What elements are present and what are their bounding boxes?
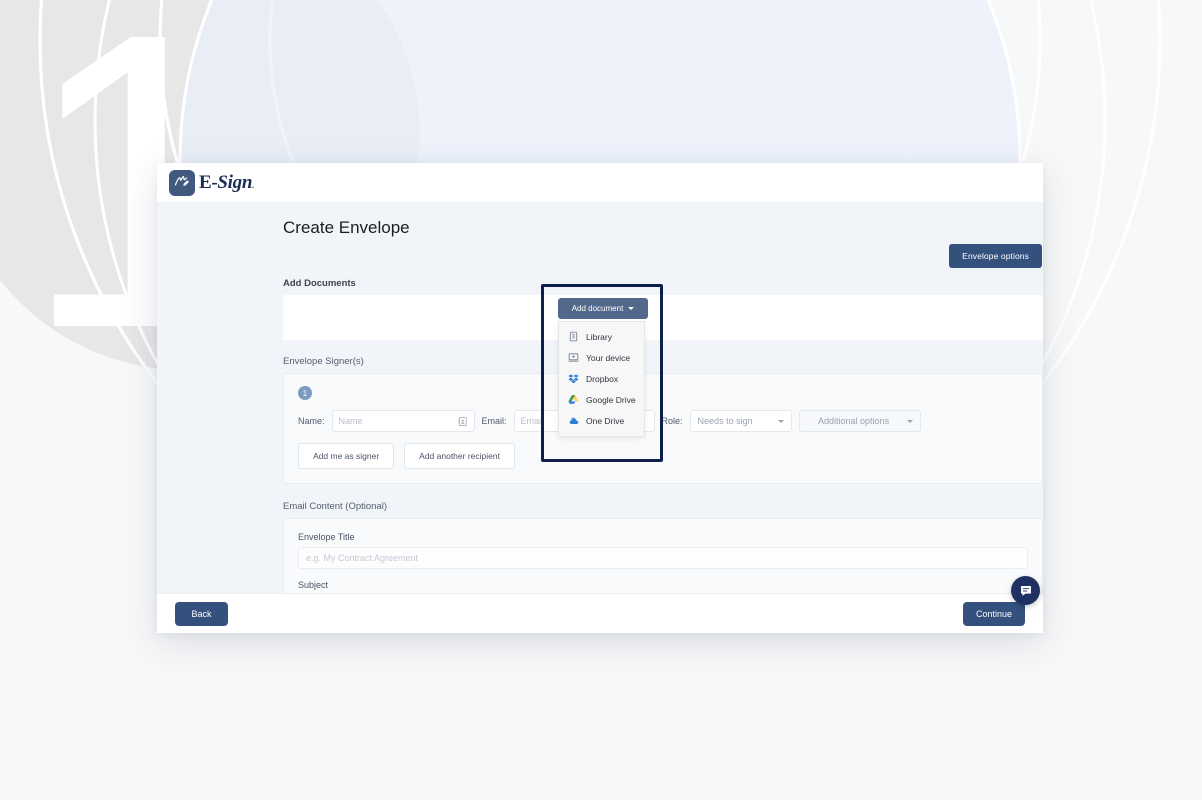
- address-book-icon[interactable]: [457, 416, 468, 427]
- documents-dropzone[interactable]: [283, 295, 1043, 340]
- chat-widget-button[interactable]: [1011, 576, 1040, 605]
- signer-card: 1 Name: Name Email: Email Role: Needs to…: [283, 373, 1043, 484]
- add-documents-label: Add Documents: [283, 278, 356, 289]
- signature-pen-icon: [174, 176, 189, 187]
- menu-item-label: Dropbox: [586, 373, 619, 384]
- logo-tm: .: [252, 181, 254, 190]
- email-content-card: Envelope Title Subject: [283, 518, 1043, 593]
- subject-label: Subject: [298, 580, 329, 590]
- name-input[interactable]: [338, 411, 455, 431]
- additional-options-value: Additional options: [818, 416, 890, 426]
- add-document-menu: Library Your device Dropbox Google Drive…: [558, 321, 645, 437]
- envelope-signers-label: Envelope Signer(s): [283, 356, 364, 367]
- chevron-down-icon: [906, 419, 913, 423]
- email-content-label: Email Content (Optional): [283, 501, 388, 512]
- menu-item-label: Google Drive: [586, 394, 636, 405]
- menu-item-your-device[interactable]: Your device: [559, 347, 644, 368]
- role-select[interactable]: Needs to sign: [689, 410, 792, 432]
- name-label: Name:: [298, 416, 325, 426]
- logo-e: E-: [199, 172, 218, 193]
- google-drive-icon: [568, 394, 579, 405]
- add-document-dropdown: Add document Library Your device Dropbox…: [558, 298, 648, 437]
- chevron-down-icon: [628, 307, 635, 310]
- logo-mark-icon: [169, 169, 195, 196]
- chevron-down-icon: [777, 419, 784, 423]
- back-button[interactable]: Back: [175, 601, 228, 626]
- logo-wordmark: E- Sign.: [199, 173, 254, 192]
- role-label: Role:: [661, 416, 683, 426]
- device-glyph: [568, 353, 579, 362]
- add-another-recipient-button[interactable]: Add another recipient: [404, 443, 515, 469]
- device-icon: [568, 352, 579, 363]
- envelope-title-input[interactable]: [298, 547, 1028, 569]
- menu-item-one-drive[interactable]: One Drive: [559, 410, 644, 431]
- library-icon: [568, 331, 579, 342]
- envelope-options-row: Envelope options: [283, 244, 1043, 268]
- name-input-wrapper[interactable]: [331, 410, 475, 432]
- chat-bubble-icon: [1020, 585, 1031, 596]
- signer-fields-row: Name: Name Email: Email Role: Needs to s…: [298, 410, 1028, 432]
- dropbox-icon: [568, 373, 579, 384]
- logo-sign: Sign: [217, 172, 253, 193]
- continue-button[interactable]: Continue: [963, 601, 1025, 626]
- dropbox-glyph: [568, 374, 579, 384]
- one-drive-icon: [568, 415, 579, 426]
- page-title: Create Envelope: [283, 218, 410, 237]
- role-select-value: Needs to sign: [697, 416, 753, 426]
- address-book-glyph: [457, 416, 467, 426]
- add-me-as-signer-button[interactable]: Add me as signer: [298, 443, 395, 469]
- logo[interactable]: E- Sign.: [169, 169, 254, 196]
- menu-item-label: Library: [586, 331, 612, 342]
- envelope-title-label: Envelope Title: [298, 532, 355, 542]
- main-content: Create Envelope Envelope options Add Doc…: [283, 202, 1043, 593]
- app-header: E- Sign.: [157, 163, 1043, 202]
- menu-item-label: One Drive: [586, 415, 625, 426]
- signer-actions: Add me as signer Add another recipient: [298, 443, 1028, 469]
- menu-item-library[interactable]: Library: [559, 326, 644, 347]
- app-footer: Back Continue: [157, 593, 1043, 633]
- add-document-label: Add document: [571, 304, 624, 313]
- menu-item-label: Your device: [586, 352, 631, 363]
- additional-options-select[interactable]: Additional options: [798, 410, 921, 432]
- google-drive-glyph: [568, 395, 579, 404]
- signer-index-badge: 1: [298, 386, 312, 400]
- library-glyph: [569, 331, 578, 342]
- one-drive-glyph: [569, 417, 579, 424]
- menu-item-dropbox[interactable]: Dropbox: [559, 368, 644, 389]
- screen: 1 E- Sign. Create Envelope Envelope opti…: [0, 0, 1202, 800]
- envelope-options-button[interactable]: Envelope options: [949, 244, 1042, 268]
- add-document-button[interactable]: Add document: [558, 298, 648, 319]
- menu-item-google-drive[interactable]: Google Drive: [559, 389, 644, 410]
- email-label: Email:: [481, 416, 507, 426]
